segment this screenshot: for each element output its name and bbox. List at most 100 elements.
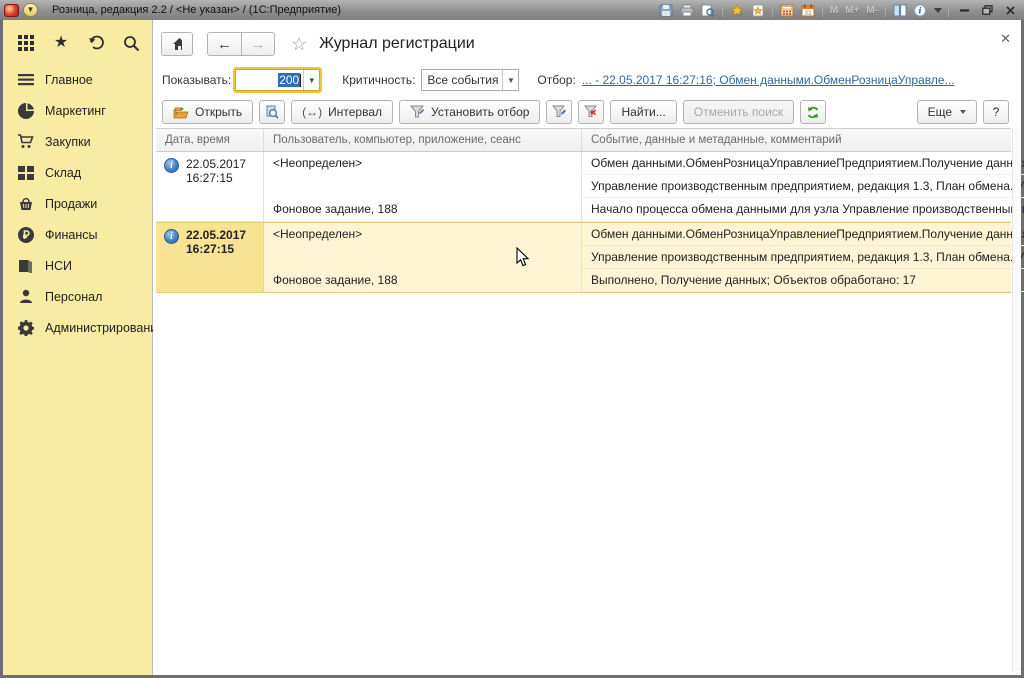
memory-plus-button[interactable]: M+ (843, 5, 861, 16)
close-panel-button[interactable]: ✕ (1000, 32, 1011, 45)
sidebar-item-personnel[interactable]: Персонал (3, 281, 152, 312)
back-arrow-icon: ← (217, 37, 232, 52)
row-date: 22.05.2017 (186, 157, 246, 171)
open-folder-icon (173, 106, 189, 119)
row-event: Обмен данными.ОбменРозницаУправлениеПред… (582, 223, 1024, 246)
app-logo-1c-icon[interactable] (4, 4, 19, 17)
help-button[interactable]: ? (983, 100, 1009, 124)
home-button[interactable] (161, 32, 193, 56)
all-sections-grid-icon[interactable] (17, 34, 35, 52)
svg-text:31: 31 (804, 10, 812, 17)
severity-value: Все события (422, 73, 502, 87)
sidebar-item-marketing[interactable]: Маркетинг (3, 95, 152, 126)
menu-lines-icon (17, 71, 34, 88)
severity-label: Критичность: (342, 73, 415, 87)
titlebar-separator (772, 3, 773, 17)
minimize-button[interactable] (954, 2, 974, 18)
funnel-icon (410, 105, 425, 119)
interval-button[interactable]: (↔) Интервал (291, 100, 393, 124)
pie-chart-icon (17, 102, 34, 119)
sidebar-item-purchases[interactable]: Закупки (3, 126, 152, 157)
close-window-button[interactable] (1000, 2, 1020, 18)
sidebar-item-label: Персонал (45, 290, 102, 304)
view-event-button[interactable] (259, 100, 285, 124)
app-window: ▼ Розница, редакция 2.2 / <Не указан> / … (0, 0, 1024, 678)
column-header-event[interactable]: Событие, данные и метаданные, комментари… (582, 129, 1011, 151)
sidebar-item-sales[interactable]: Продажи (3, 188, 152, 219)
more-button[interactable]: Еще (917, 100, 977, 124)
calculator-icon[interactable] (778, 2, 796, 18)
interval-icon: (↔) (302, 105, 322, 119)
funnel-clear-icon (584, 105, 599, 119)
sidebar-item-label: НСИ (45, 259, 72, 273)
save-icon[interactable] (657, 2, 675, 18)
funnel-pencil-icon (552, 105, 567, 119)
clear-filter-button[interactable] (578, 100, 604, 124)
set-filter-button[interactable]: Установить отбор (399, 100, 540, 124)
titlebar: ▼ Розница, редакция 2.2 / <Не указан> / … (0, 0, 1024, 20)
page-title: Журнал регистрации (319, 35, 475, 53)
favorites-icon[interactable] (749, 2, 767, 18)
row-user: <Неопределен> (264, 152, 581, 175)
sidebar-item-warehouse[interactable]: Склад (3, 157, 152, 188)
ruble-circle-icon (17, 226, 34, 243)
sidebar-item-label: Закупки (45, 135, 91, 149)
sidebar-item-main[interactable]: Главное (3, 64, 152, 95)
gear-icon (17, 319, 34, 336)
memory-recall-button[interactable]: M (828, 5, 840, 16)
add-favorite-icon[interactable] (728, 2, 746, 18)
basket-icon (17, 195, 34, 212)
sidebar-item-administration[interactable]: Администрирование (3, 312, 152, 343)
open-button[interactable]: Открыть (162, 100, 253, 124)
show-count-input[interactable]: 200 ▼ (235, 69, 320, 91)
favorite-toggle-star-icon[interactable]: ☆ (291, 35, 307, 53)
favorites-star-icon[interactable]: ★ (52, 34, 70, 52)
severity-dropdown-icon[interactable]: ▼ (502, 70, 518, 90)
reference-book-icon (17, 257, 34, 274)
filter-label: Отбор: (537, 73, 575, 87)
row-user: <Неопределен> (264, 223, 581, 246)
sidebar-item-label: Маркетинг (45, 104, 106, 118)
info-icon[interactable]: i (912, 2, 930, 18)
row-date: 22.05.2017 (186, 228, 246, 242)
memory-minus-button[interactable]: M- (864, 5, 880, 16)
system-menu-dropdown-icon[interactable]: ▼ (23, 3, 38, 17)
print-icon[interactable] (678, 2, 696, 18)
row-metadata: Управление производственным предприятием… (582, 175, 1024, 198)
svg-text:i: i (918, 6, 921, 16)
sidebar-item-label: Продажи (45, 197, 97, 211)
show-count-dropdown-icon[interactable]: ▼ (303, 70, 319, 90)
severity-select[interactable]: Все события ▼ (421, 69, 519, 91)
show-count-value: 200 (278, 73, 300, 87)
refresh-button[interactable] (800, 100, 826, 124)
column-header-user[interactable]: Пользователь, компьютер, приложение, сеа… (264, 129, 582, 151)
history-icon[interactable] (87, 34, 105, 52)
row-session: Фоновое задание, 188 (264, 269, 581, 292)
warehouse-boxes-icon (17, 164, 34, 181)
titlebar-separator (822, 3, 823, 17)
calendar-icon[interactable]: 31 (799, 2, 817, 18)
row-event: Обмен данными.ОбменРозницаУправлениеПред… (582, 152, 1024, 175)
back-button[interactable]: ← (207, 32, 241, 56)
filter-by-value-button[interactable] (546, 100, 572, 124)
row-time: 16:27:15 (186, 242, 234, 256)
person-icon (17, 288, 34, 305)
forward-button[interactable]: → (241, 32, 275, 56)
sidebar-item-finance[interactable]: Финансы (3, 219, 152, 250)
restore-button[interactable] (977, 2, 997, 18)
vertical-scrollbar[interactable] (1012, 128, 1021, 671)
column-header-date[interactable]: Дата, время (156, 129, 264, 151)
table-row[interactable]: i 22.05.2017 16:27:15 <Неопределен> Фоно… (156, 152, 1011, 222)
info-dropdown-icon[interactable] (933, 2, 943, 18)
find-button[interactable]: Найти... (610, 100, 676, 124)
print-preview-icon[interactable] (699, 2, 717, 18)
sidebar-item-nsi[interactable]: НСИ (3, 250, 152, 281)
filter-settings-link[interactable]: ... - 22.05.2017 16:27:16; Обмен данными… (582, 73, 955, 87)
cancel-search-button[interactable]: Отменить поиск (683, 100, 794, 124)
table-row-selected[interactable]: i 22.05.2017 16:27:15 <Неопределен> Фоно… (156, 222, 1011, 293)
search-icon[interactable] (122, 34, 140, 52)
split-window-icon[interactable] (891, 2, 909, 18)
info-severity-icon: i (164, 158, 179, 173)
sidebar-item-label: Финансы (45, 228, 97, 242)
window-title: Розница, редакция 2.2 / <Не указан> / (1… (52, 4, 341, 16)
